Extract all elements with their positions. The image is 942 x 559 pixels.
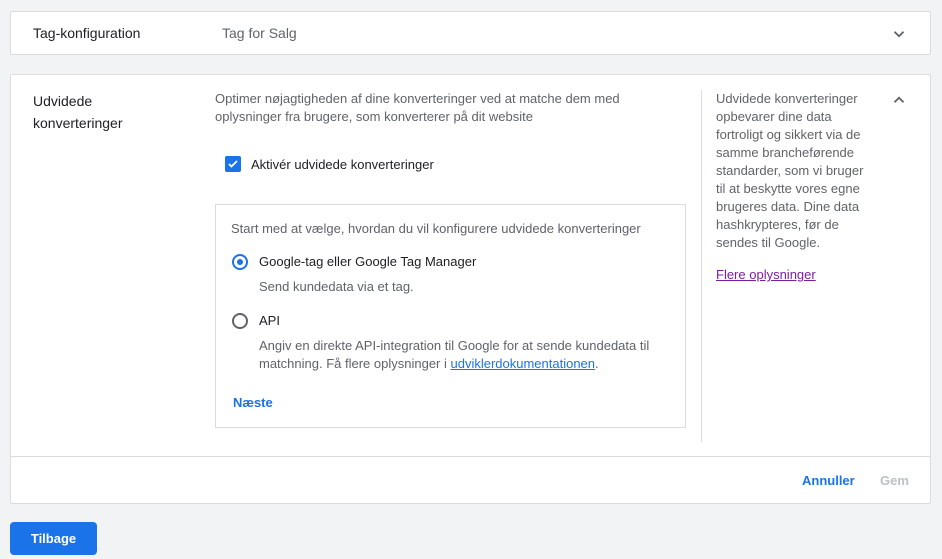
footer-divider xyxy=(11,456,930,457)
option-google-tag-label[interactable]: Google-tag eller Google Tag Manager xyxy=(259,254,476,269)
option-google-tag-desc: Send kundedata via et tag. xyxy=(259,279,414,294)
tag-config-title: Tag-konfiguration xyxy=(33,25,141,41)
section-title: Udvidede konverteringer xyxy=(33,93,123,131)
option-api-label[interactable]: API xyxy=(259,313,280,328)
enable-enhanced-checkbox-row[interactable]: Aktivér udvidede konverteringer xyxy=(225,156,434,172)
more-info-link[interactable]: Flere oplysninger xyxy=(716,267,816,282)
chevron-up-icon[interactable] xyxy=(890,91,908,109)
cancel-button[interactable]: Annuller xyxy=(802,473,855,488)
setup-panel-title: Start med at vælge, hvordan du vil konfi… xyxy=(231,221,641,236)
option-api-desc: Angiv en direkte API-integration til Goo… xyxy=(259,337,669,373)
vertical-divider xyxy=(701,90,702,442)
tag-config-card[interactable]: Tag-konfiguration Tag for Salg xyxy=(10,11,931,55)
tag-config-value: Tag for Salg xyxy=(222,25,297,41)
api-desc-suffix: . xyxy=(595,356,599,371)
radio-api[interactable] xyxy=(232,313,248,329)
chevron-down-icon[interactable] xyxy=(890,25,908,43)
side-info-text: Udvidede konverteringer opbevarer dine d… xyxy=(716,91,864,250)
checkmark-icon xyxy=(228,160,238,168)
radio-google-tag[interactable] xyxy=(232,254,248,270)
save-button[interactable]: Gem xyxy=(880,473,909,488)
enhanced-conversions-card: Udvidede konverteringer Optimer nøjagtig… xyxy=(10,74,931,504)
setup-method-panel: Start med at vælge, hvordan du vil konfi… xyxy=(215,204,686,428)
section-intro: Optimer nøjagtigheden af dine konverteri… xyxy=(215,91,620,124)
back-button[interactable]: Tilbage xyxy=(10,522,97,555)
enable-enhanced-checkbox[interactable] xyxy=(225,156,241,172)
developer-docs-link[interactable]: udviklerdokumentationen xyxy=(450,356,595,371)
next-button[interactable]: Næste xyxy=(233,395,273,410)
checkbox-label: Aktivér udvidede konverteringer xyxy=(251,156,434,172)
